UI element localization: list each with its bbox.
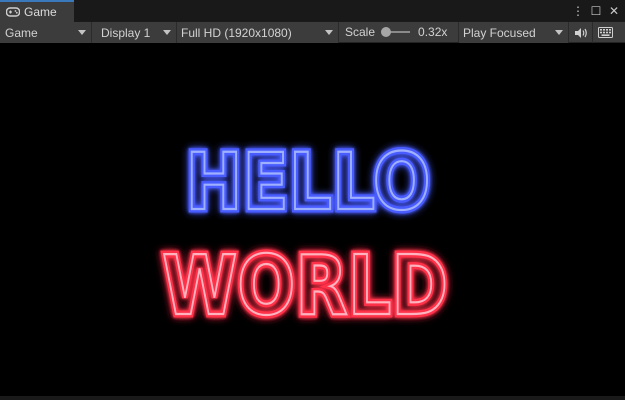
chevron-down-icon [555, 30, 563, 35]
view-mode-dropdown[interactable]: Game [0, 22, 92, 43]
scale-slider[interactable] [381, 27, 411, 37]
resolution-label: Full HD (1920x1080) [181, 25, 292, 40]
scale-label: Scale [345, 25, 376, 39]
game-viewport[interactable]: HELLO HELLO WORLD WORLD [0, 43, 625, 400]
speaker-icon [574, 27, 587, 38]
gamepad-icon [6, 7, 20, 17]
tab-game[interactable]: Game [0, 0, 74, 22]
chevron-down-icon [163, 30, 171, 35]
window-tab-bar: Game ⋮ ☐ ✕ [0, 0, 625, 22]
display-label: Display 1 [101, 25, 151, 40]
hello-text: HELLO [186, 138, 431, 228]
play-mode-label: Play Focused [463, 25, 536, 40]
display-dropdown[interactable]: Display 1 [92, 22, 177, 43]
close-icon[interactable]: ✕ [609, 5, 619, 17]
scale-value: 0.32x [418, 25, 448, 39]
view-mode-label: Game [5, 25, 38, 40]
scale-slider-thumb[interactable] [381, 27, 392, 37]
chevron-down-icon [78, 30, 86, 35]
stats-button[interactable] [593, 22, 618, 43]
neon-text-canvas: HELLO HELLO WORLD WORLD [159, 135, 452, 338]
maximize-icon[interactable]: ☐ [591, 5, 602, 17]
play-mode-dropdown[interactable]: Play Focused [459, 22, 569, 43]
window-controls: ⋮ ☐ ✕ [572, 3, 619, 19]
world-text: WORLD [162, 239, 448, 334]
mute-audio-button[interactable] [569, 22, 593, 43]
chevron-down-icon [325, 30, 333, 35]
game-toolbar: Game Display 1 Full HD (1920x1080) Scale… [0, 22, 625, 43]
more-options-icon[interactable]: ⋮ [572, 5, 584, 17]
resolution-dropdown[interactable]: Full HD (1920x1080) [177, 22, 339, 43]
tab-title: Game [24, 5, 57, 19]
scale-control: Scale 0.32x [339, 22, 459, 42]
keyboard-icon [598, 27, 613, 38]
bottom-border [0, 396, 625, 400]
